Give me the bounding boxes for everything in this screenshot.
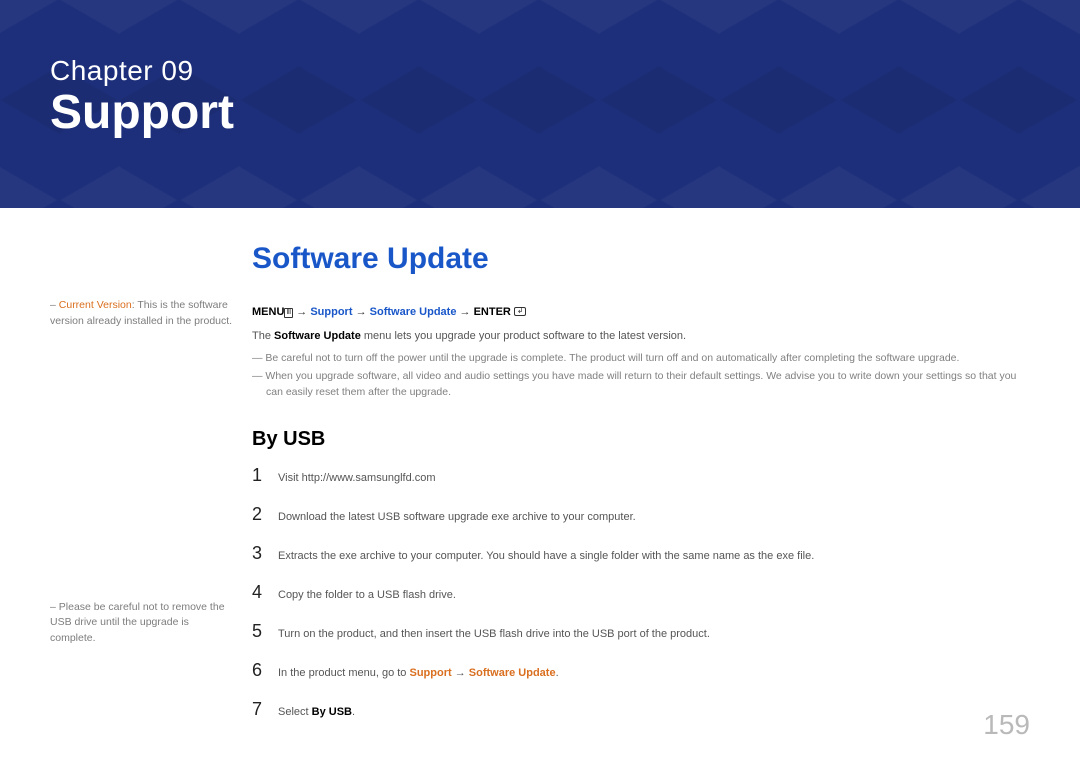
content-area: – Current Version: This is the software … — [0, 208, 1080, 738]
side-note-usb-warning: Please be careful not to remove the USB … — [50, 600, 236, 647]
list-item: 2 Download the latest USB software upgra… — [252, 504, 1030, 525]
note-power-warning: Be careful not to turn off the power unt… — [252, 350, 1030, 366]
step-list: 1 Visit http://www.samsunglfd.com 2 Down… — [252, 465, 1030, 720]
intro-paragraph: The Software Update menu lets you upgrad… — [252, 328, 1030, 346]
list-item: 5 Turn on the product, and then insert t… — [252, 621, 1030, 642]
side-note-current-version: – Current Version: This is the software … — [50, 298, 236, 330]
sub-heading-by-usb: By USB — [252, 428, 1030, 451]
section-heading: Software Update — [252, 242, 1030, 276]
list-item: 7 Select By USB. — [252, 699, 1030, 720]
chapter-label: Chapter 09 — [50, 55, 1080, 87]
note-settings-reset: When you upgrade software, all video and… — [252, 368, 1030, 401]
chapter-banner: Chapter 09 Support — [0, 0, 1080, 208]
sidebar: – Current Version: This is the software … — [50, 242, 236, 738]
enter-icon — [514, 307, 526, 316]
main-content: Software Update MENUⅢ → Support → Softwa… — [236, 242, 1030, 738]
menu-icon: Ⅲ — [284, 308, 293, 318]
list-item: 1 Visit http://www.samsunglfd.com — [252, 465, 1030, 486]
list-item: 3 Extracts the exe archive to your compu… — [252, 543, 1030, 564]
menu-path: MENUⅢ → Support → Software Update → ENTE… — [252, 306, 1030, 318]
list-item: 6 In the product menu, go to Support → S… — [252, 660, 1030, 681]
page-number: 159 — [983, 709, 1030, 741]
list-item: 4 Copy the folder to a USB flash drive. — [252, 582, 1030, 603]
chapter-title: Support — [50, 87, 1080, 140]
